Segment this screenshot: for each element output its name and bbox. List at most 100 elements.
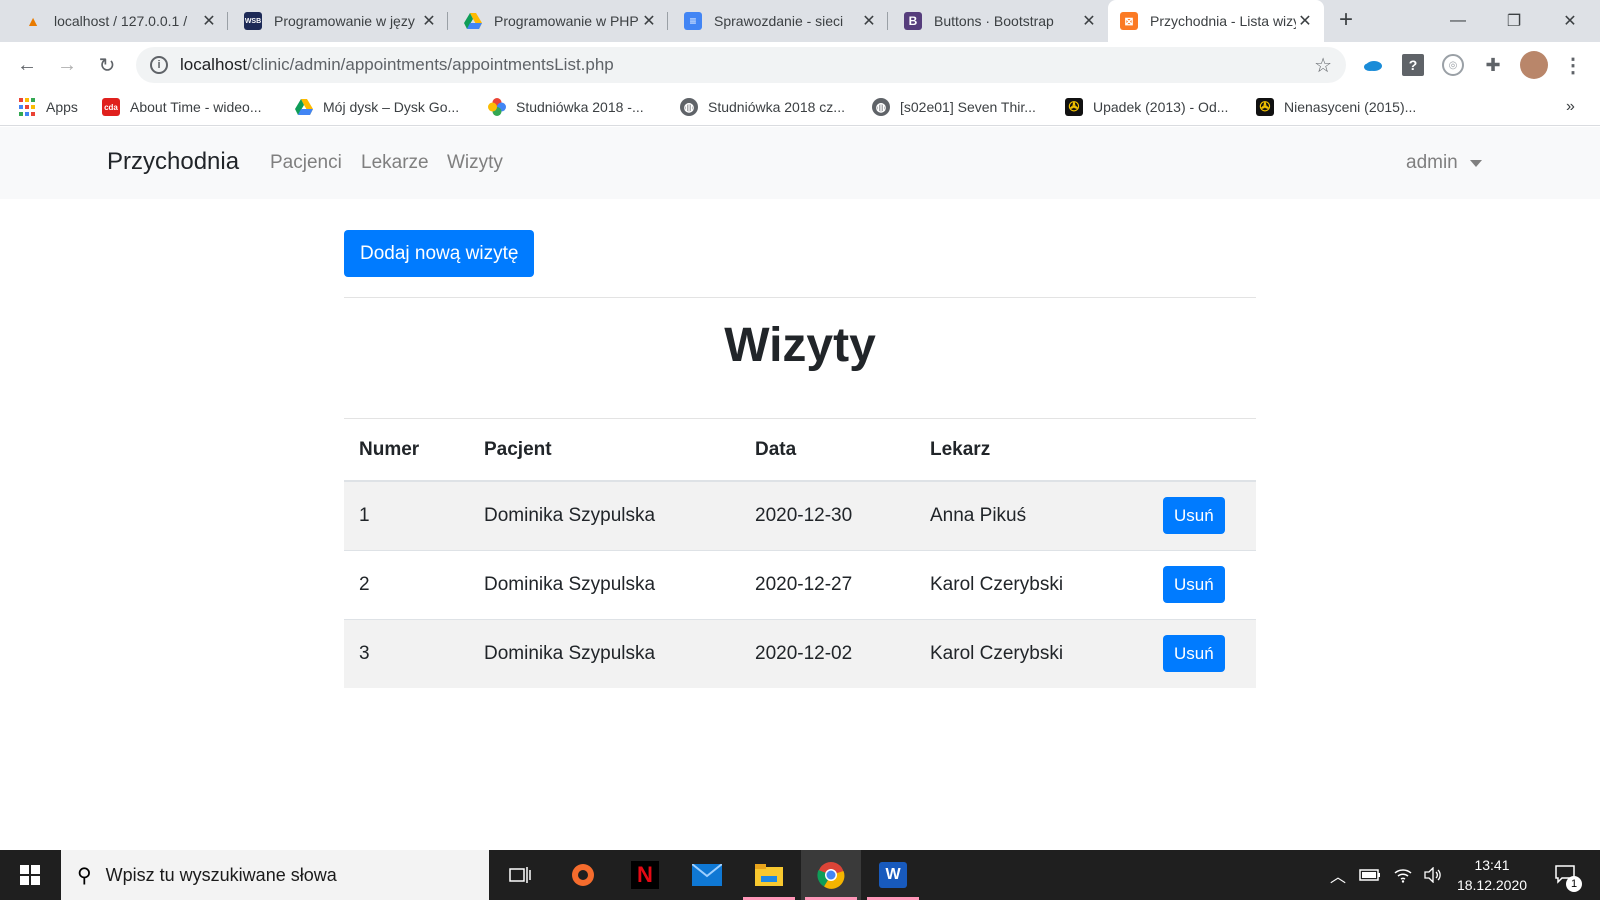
menu-kebab-icon[interactable]: ⋮ [1562,54,1584,77]
cell-actions: Usuń [1148,549,1256,619]
minimize-icon[interactable]: — [1430,0,1486,42]
file-explorer-icon[interactable] [739,850,799,900]
bookmark-moj-dysk[interactable]: Mój dysk – Dysk Go... [295,96,459,118]
delete-button[interactable]: Usuń [1163,635,1225,673]
taskbar-search-box[interactable]: ⚲ Wpisz tu wyszukiwane słowa [61,850,489,900]
forward-icon[interactable]: → [52,50,82,80]
netflix-icon[interactable]: N [615,850,675,900]
mail-icon[interactable] [677,850,737,900]
bookmark-studniowka-1[interactable]: Studniówka 2018 -... [488,96,644,118]
reload-icon[interactable]: ↻ [92,50,122,80]
close-tab-icon[interactable]: ✕ [1080,11,1098,31]
help-extension-icon[interactable]: ? [1402,54,1424,76]
globe-icon: ◍ [680,98,698,116]
back-icon[interactable]: ← [12,50,42,80]
column-header-lekarz: Lekarz [915,419,1148,482]
cell-lekarz: Karol Czerybski [915,618,1148,688]
navbar-brand[interactable]: Przychodnia [107,148,239,176]
tab-separator [667,12,668,30]
origin-icon[interactable] [553,850,613,900]
notification-count-badge: 1 [1566,876,1582,892]
tab-phpmyadmin[interactable]: ▲ localhost / 127.0.0.1 / ✕ [12,0,228,42]
nav-link-wizyty[interactable]: Wizyty [447,152,503,174]
bookmark-label: Nienasyceni (2015)... [1284,99,1417,115]
cda-icon: cda [102,98,120,116]
close-tab-icon[interactable]: ✕ [640,11,658,31]
table-row: 2 Dominika Szypulska 2020-12-27 Karol Cz… [344,549,1256,619]
cell-data: 2020-12-30 [740,480,915,550]
film-reel-icon: ✇ [1256,98,1274,116]
cell-actions: Usuń [1148,480,1256,550]
bookmark-upadek[interactable]: ✇ Upadek (2013) - Od... [1065,96,1228,118]
tab-bootstrap[interactable]: B Buttons · Bootstrap ✕ [892,0,1108,42]
globe-icon: ◍ [872,98,890,116]
close-tab-icon[interactable]: ✕ [200,11,218,31]
cell-data: 2020-12-02 [740,618,915,688]
column-header-data: Data [740,419,915,482]
cell-pacjent: Dominika Szypulska [469,480,740,550]
divider [344,297,1256,298]
more-bookmarks-icon[interactable]: » [1566,96,1575,118]
restore-icon[interactable]: ❐ [1486,0,1542,42]
tab-title: localhost / 127.0.0.1 / [54,13,188,29]
add-appointment-button[interactable]: Dodaj nową wizytę [344,230,535,277]
cell-lekarz: Anna Pikuś [915,480,1148,550]
google-photos-icon [488,98,506,116]
close-tab-icon[interactable]: ✕ [1296,11,1314,31]
tab-docs[interactable]: ≡ Sprawozdanie - sieci ✕ [672,0,888,42]
search-placeholder: Wpisz tu wyszukiwane słowa [105,864,337,885]
user-name: admin [1406,152,1458,173]
wifi-icon[interactable] [1390,850,1416,900]
onedrive-icon[interactable] [1362,54,1384,76]
bookmark-studniowka-2[interactable]: ◍ Studniówka 2018 cz... [680,96,845,118]
close-window-icon[interactable]: ✕ [1542,0,1598,42]
tab-title: Buttons · Bootstrap [934,13,1054,29]
nav-link-pacjenci[interactable]: Pacjenci [270,152,342,174]
google-drive-icon [464,12,482,30]
bookmark-nienasyceni[interactable]: ✇ Nienasyceni (2015)... [1256,96,1416,118]
taskbar-clock[interactable]: 13:41 18.12.2020 [1452,855,1532,895]
task-view-icon[interactable] [490,850,550,900]
bookmark-about-time[interactable]: cda About Time - wideo... [102,96,262,118]
cell-pacjent: Dominika Szypulska [469,618,740,688]
delete-button[interactable]: Usuń [1163,497,1225,535]
search-icon: ⚲ [77,864,92,887]
bookmark-star-icon[interactable]: ☆ [1314,53,1332,78]
user-dropdown[interactable]: admin [1406,152,1482,174]
bookmark-apps[interactable]: Apps [18,96,78,118]
profile-avatar-icon[interactable] [1520,51,1548,79]
cell-pacjent: Dominika Szypulska [469,549,740,619]
site-info-icon[interactable]: i [150,56,168,74]
action-center-icon[interactable]: 1 [1546,850,1586,900]
tab-separator [227,12,228,30]
address-bar[interactable]: i localhost/clinic/admin/appointments/ap… [136,47,1346,83]
bookmark-label: [s02e01] Seven Thir... [900,99,1036,115]
cell-lekarz: Karol Czerybski [915,549,1148,619]
close-tab-icon[interactable]: ✕ [420,11,438,31]
new-tab-icon[interactable]: + [1333,8,1359,34]
column-header-actions [1148,419,1256,482]
google-drive-icon [295,98,313,116]
close-tab-icon[interactable]: ✕ [860,11,878,31]
cell-actions: Usuń [1148,618,1256,688]
apps-grid-icon [18,98,36,116]
nav-link-lekarze[interactable]: Lekarze [361,152,429,174]
tab-przychodnia[interactable]: ⊠ Przychodnia - Lista wizyt ✕ [1108,0,1324,42]
url-path: /clinic/admin/appointments/appointmentsL… [247,55,614,74]
xampp-icon: ⊠ [1120,12,1138,30]
table-row: 1 Dominika Szypulska 2020-12-30 Anna Pik… [344,480,1256,550]
chrome-icon[interactable] [801,850,861,900]
extensions-puzzle-icon[interactable]: ✚ [1482,54,1504,76]
volume-icon[interactable] [1420,850,1446,900]
tab-drive[interactable]: Programowanie w PHP ✕ [452,0,668,42]
show-hidden-icons-chevron-icon[interactable]: ︿ [1326,850,1350,900]
bookmark-seven-thirty[interactable]: ◍ [s02e01] Seven Thir... [872,96,1036,118]
tab-title: Sprawozdanie - sieci [714,13,844,29]
bootstrap-icon: B [904,12,922,30]
extension-circle-icon[interactable]: ◎ [1442,54,1464,76]
delete-button[interactable]: Usuń [1163,566,1225,603]
word-icon[interactable]: W [863,850,923,900]
tab-wsb[interactable]: WSB Programowanie w języ ✕ [232,0,448,42]
battery-icon[interactable] [1356,850,1384,900]
start-button[interactable] [0,850,60,900]
